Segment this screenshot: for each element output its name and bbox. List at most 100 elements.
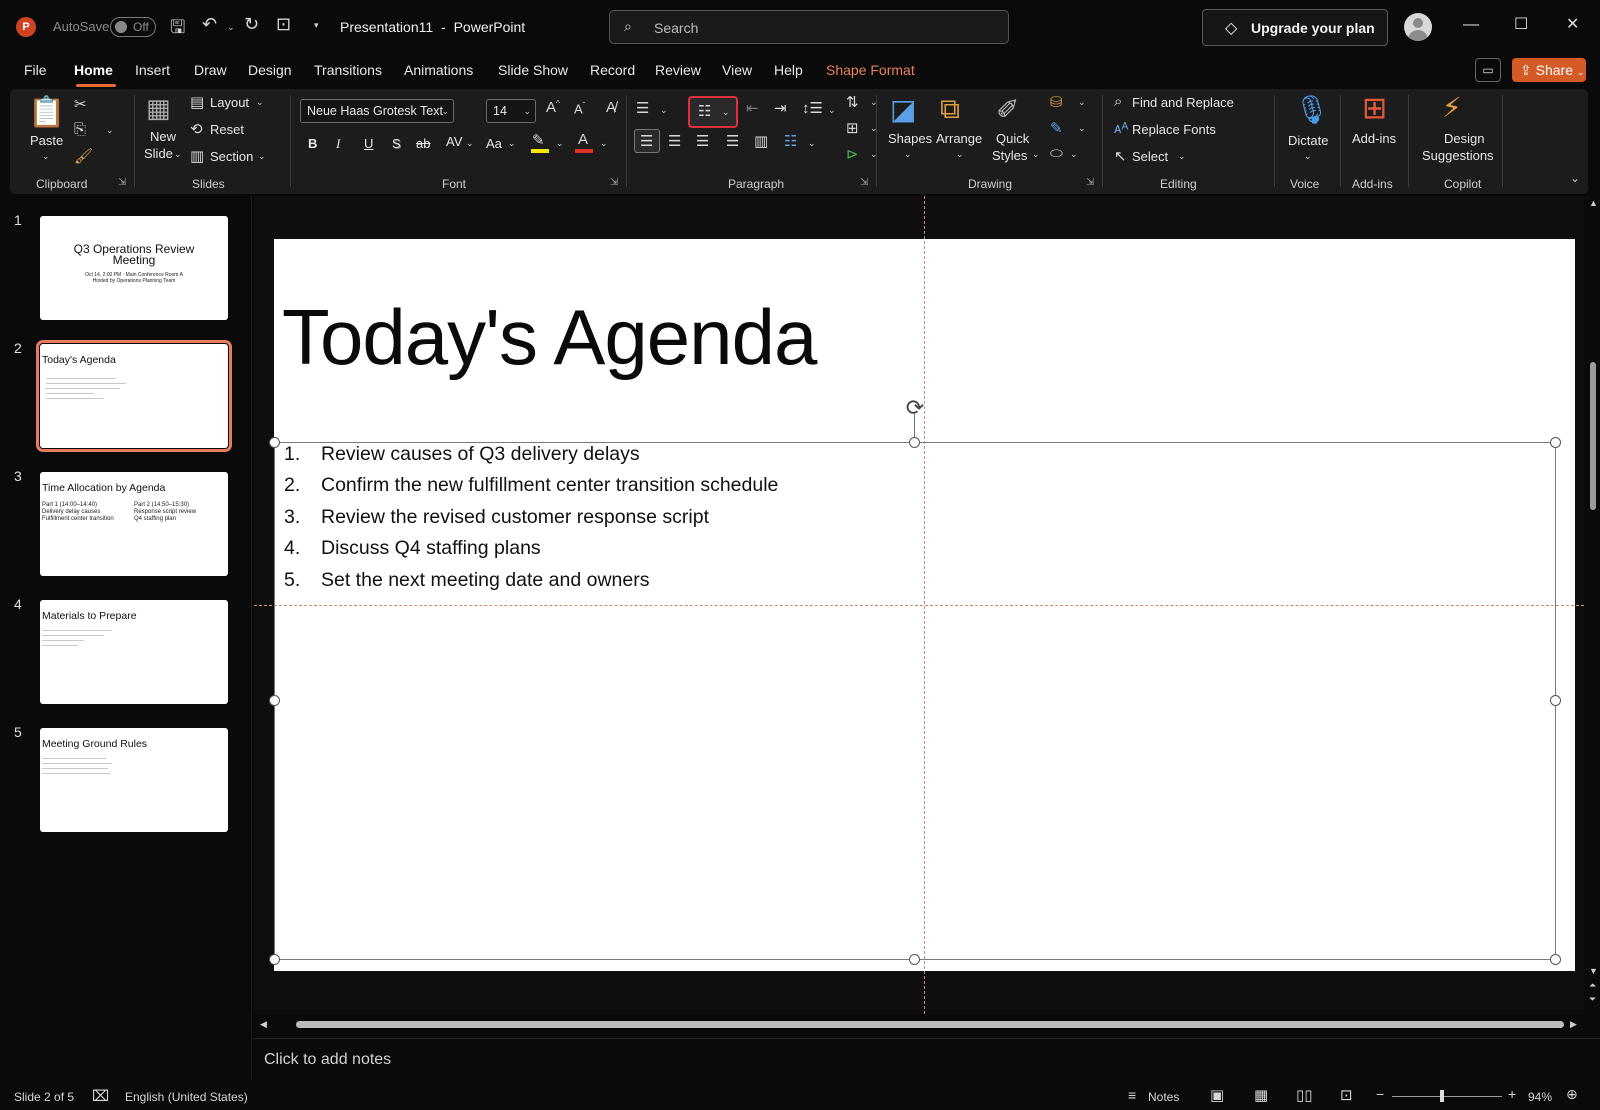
arrange-icon[interactable]: ⧉ bbox=[940, 93, 960, 126]
italic-button[interactable]: I bbox=[336, 136, 340, 152]
dictate-dropdown-icon[interactable]: ⌄ bbox=[1304, 151, 1312, 162]
save-icon[interactable]: 🖫 bbox=[170, 15, 185, 45]
copy-icon[interactable]: ⎘ bbox=[74, 121, 86, 138]
design-suggestions-label-2[interactable]: Suggestions bbox=[1422, 148, 1494, 163]
search-box[interactable]: ⌕ Search bbox=[609, 10, 1009, 44]
new-slide-label-2[interactable]: Slide bbox=[144, 146, 173, 161]
decrease-font-icon[interactable]: Aˇ bbox=[574, 101, 585, 116]
quick-styles-icon[interactable]: ✐ bbox=[996, 93, 1019, 126]
slide-thumbnail-1[interactable]: Q3 Operations Review Meeting Oct 14, 2:0… bbox=[40, 216, 228, 320]
horizontal-scroll-thumb[interactable] bbox=[296, 1021, 1564, 1028]
notes-toggle[interactable]: Notes bbox=[1148, 1090, 1179, 1104]
align-right-icon[interactable]: ☰ bbox=[696, 132, 709, 150]
tab-draw[interactable]: Draw bbox=[194, 62, 227, 78]
cut-icon[interactable]: ✂ bbox=[74, 95, 87, 113]
align-text-icon[interactable]: ⊞ bbox=[846, 119, 859, 137]
minimize-icon[interactable]: — bbox=[1463, 16, 1479, 34]
tab-record[interactable]: Record bbox=[590, 62, 635, 78]
align-center-icon[interactable]: ☰ bbox=[668, 132, 681, 150]
format-painter-icon[interactable]: 🖌 bbox=[74, 147, 93, 165]
scroll-down-icon[interactable]: ▼ bbox=[1589, 966, 1598, 976]
find-replace-button[interactable]: Find and Replace bbox=[1132, 95, 1234, 110]
scroll-left-icon[interactable]: ◀ bbox=[260, 1019, 267, 1030]
design-suggestions-label-1[interactable]: Design bbox=[1444, 131, 1484, 146]
zoom-slider-track[interactable] bbox=[1392, 1096, 1502, 1097]
decrease-indent-icon[interactable]: ⇤ bbox=[746, 99, 759, 117]
shapes-icon[interactable]: ◪ bbox=[890, 93, 916, 126]
undo-icon[interactable]: ↶ bbox=[202, 14, 217, 35]
section-dropdown-icon[interactable]: ⌄ bbox=[258, 151, 266, 162]
zoom-in-icon[interactable]: + bbox=[1508, 1086, 1516, 1102]
reset-button[interactable]: Reset bbox=[210, 122, 244, 137]
agenda-item[interactable]: Set the next meeting date and owners bbox=[321, 569, 649, 592]
zoom-slider-thumb[interactable] bbox=[1440, 1090, 1444, 1102]
comments-button[interactable]: ▭ bbox=[1475, 58, 1501, 82]
font-color-dropdown-icon[interactable]: ⌄ bbox=[600, 138, 608, 149]
tab-animations[interactable]: Animations bbox=[404, 62, 473, 78]
addins-icon[interactable]: ⊞ bbox=[1362, 91, 1387, 126]
slide-thumbnail-3[interactable]: Time Allocation by Agenda Part 1 (14:00–… bbox=[40, 472, 228, 576]
increase-font-icon[interactable]: A^ bbox=[546, 99, 560, 116]
fit-to-window-icon[interactable]: ⊕ bbox=[1566, 1086, 1578, 1103]
bullets-icon[interactable]: ☰ bbox=[636, 99, 649, 117]
accessibility-icon[interactable]: ⌧ bbox=[92, 1087, 109, 1105]
agenda-item[interactable]: Confirm the new fulfillment center trans… bbox=[321, 474, 778, 497]
tab-help[interactable]: Help bbox=[774, 62, 803, 78]
shape-fill-dropdown-icon[interactable]: ⌄ bbox=[1078, 97, 1086, 108]
reading-view-icon[interactable]: ▯▯ bbox=[1296, 1086, 1313, 1104]
character-spacing-button[interactable]: AV bbox=[446, 134, 462, 149]
present-icon[interactable]: ⊡ bbox=[276, 14, 291, 35]
tab-transitions[interactable]: Transitions bbox=[314, 62, 382, 78]
font-size-input[interactable]: 14 ⌄ bbox=[486, 99, 536, 123]
tab-shape-format[interactable]: Shape Format bbox=[826, 62, 915, 78]
tab-review[interactable]: Review bbox=[655, 62, 701, 78]
change-case-button[interactable]: Aa bbox=[486, 136, 502, 151]
resize-handle-bottom-right[interactable] bbox=[1550, 954, 1561, 965]
vertical-scrollbar[interactable]: ▲ ▼ ⏶ ⏷ bbox=[1586, 196, 1600, 1014]
highlight-dropdown-icon[interactable]: ⌄ bbox=[556, 138, 564, 149]
rotate-handle-icon[interactable]: ⟳ bbox=[903, 396, 927, 420]
slide-thumbnail-4[interactable]: Materials to Prepare bbox=[40, 600, 228, 704]
previous-slide-icon[interactable]: ⏶ bbox=[1589, 980, 1596, 991]
undo-dropdown-icon[interactable]: ⌄ bbox=[227, 22, 235, 33]
new-slide-label-1[interactable]: New bbox=[150, 129, 176, 144]
resize-handle-left[interactable] bbox=[269, 695, 280, 706]
slide-thumbnail-5[interactable]: Meeting Ground Rules bbox=[40, 728, 228, 832]
addins-button[interactable]: Add-ins bbox=[1352, 131, 1396, 146]
quick-styles-dropdown-icon[interactable]: ⌄ bbox=[1032, 149, 1040, 160]
numbering-button[interactable]: ☷ ⌄ bbox=[688, 96, 738, 128]
drawing-launcher-icon[interactable]: ⇲ bbox=[1086, 177, 1094, 188]
resize-handle-top-left[interactable] bbox=[269, 437, 280, 448]
tab-file[interactable]: File bbox=[24, 62, 47, 78]
resize-handle-top-right[interactable] bbox=[1550, 437, 1561, 448]
case-dropdown-icon[interactable]: ⌄ bbox=[508, 138, 516, 149]
paste-button[interactable]: Paste bbox=[30, 133, 63, 148]
resize-handle-right[interactable] bbox=[1550, 695, 1561, 706]
dictate-button[interactable]: Dictate bbox=[1288, 133, 1328, 148]
notes-pane[interactable]: Click to add notes bbox=[254, 1038, 1600, 1082]
vertical-scroll-thumb[interactable] bbox=[1590, 362, 1596, 510]
customize-toolbar-icon[interactable]: ▾ bbox=[314, 20, 319, 31]
line-spacing-dropdown-icon[interactable]: ⌄ bbox=[828, 105, 836, 116]
font-color-icon[interactable]: A bbox=[578, 131, 588, 148]
shape-effects-icon[interactable]: ⬭ bbox=[1050, 145, 1063, 162]
shapes-button[interactable]: Shapes bbox=[888, 131, 932, 146]
zoom-out-icon[interactable]: − bbox=[1376, 1086, 1384, 1102]
slide-thumbnail-2[interactable]: Today's Agenda bbox=[36, 340, 232, 452]
ribbon-collapse-icon[interactable]: ⌄ bbox=[1570, 171, 1580, 185]
underline-button[interactable]: U bbox=[364, 136, 373, 151]
new-slide-dropdown-icon[interactable]: ⌄ bbox=[174, 149, 182, 160]
upgrade-plan-button[interactable]: ◇ Upgrade your plan bbox=[1202, 9, 1388, 46]
convert-smartart-icon[interactable]: ⊳ bbox=[846, 145, 859, 163]
microphone-icon[interactable]: 🎙 bbox=[1294, 93, 1330, 126]
strikethrough-button[interactable]: ab bbox=[416, 136, 430, 151]
tab-insert[interactable]: Insert bbox=[135, 62, 170, 78]
slideshow-view-icon[interactable]: ⊡ bbox=[1340, 1086, 1353, 1104]
scroll-up-icon[interactable]: ▲ bbox=[1589, 198, 1598, 208]
slide-title[interactable]: Today's Agenda bbox=[282, 292, 817, 383]
agenda-item[interactable]: Discuss Q4 staffing plans bbox=[321, 537, 541, 560]
horizontal-scrollbar[interactable]: ◀ ▶ bbox=[254, 1014, 1584, 1036]
paste-icon[interactable]: 📋 bbox=[28, 95, 65, 130]
autosave-toggle[interactable]: Off bbox=[110, 17, 156, 37]
font-name-input[interactable]: Neue Haas Grotesk Text Pro (B ⌄ bbox=[300, 99, 454, 123]
